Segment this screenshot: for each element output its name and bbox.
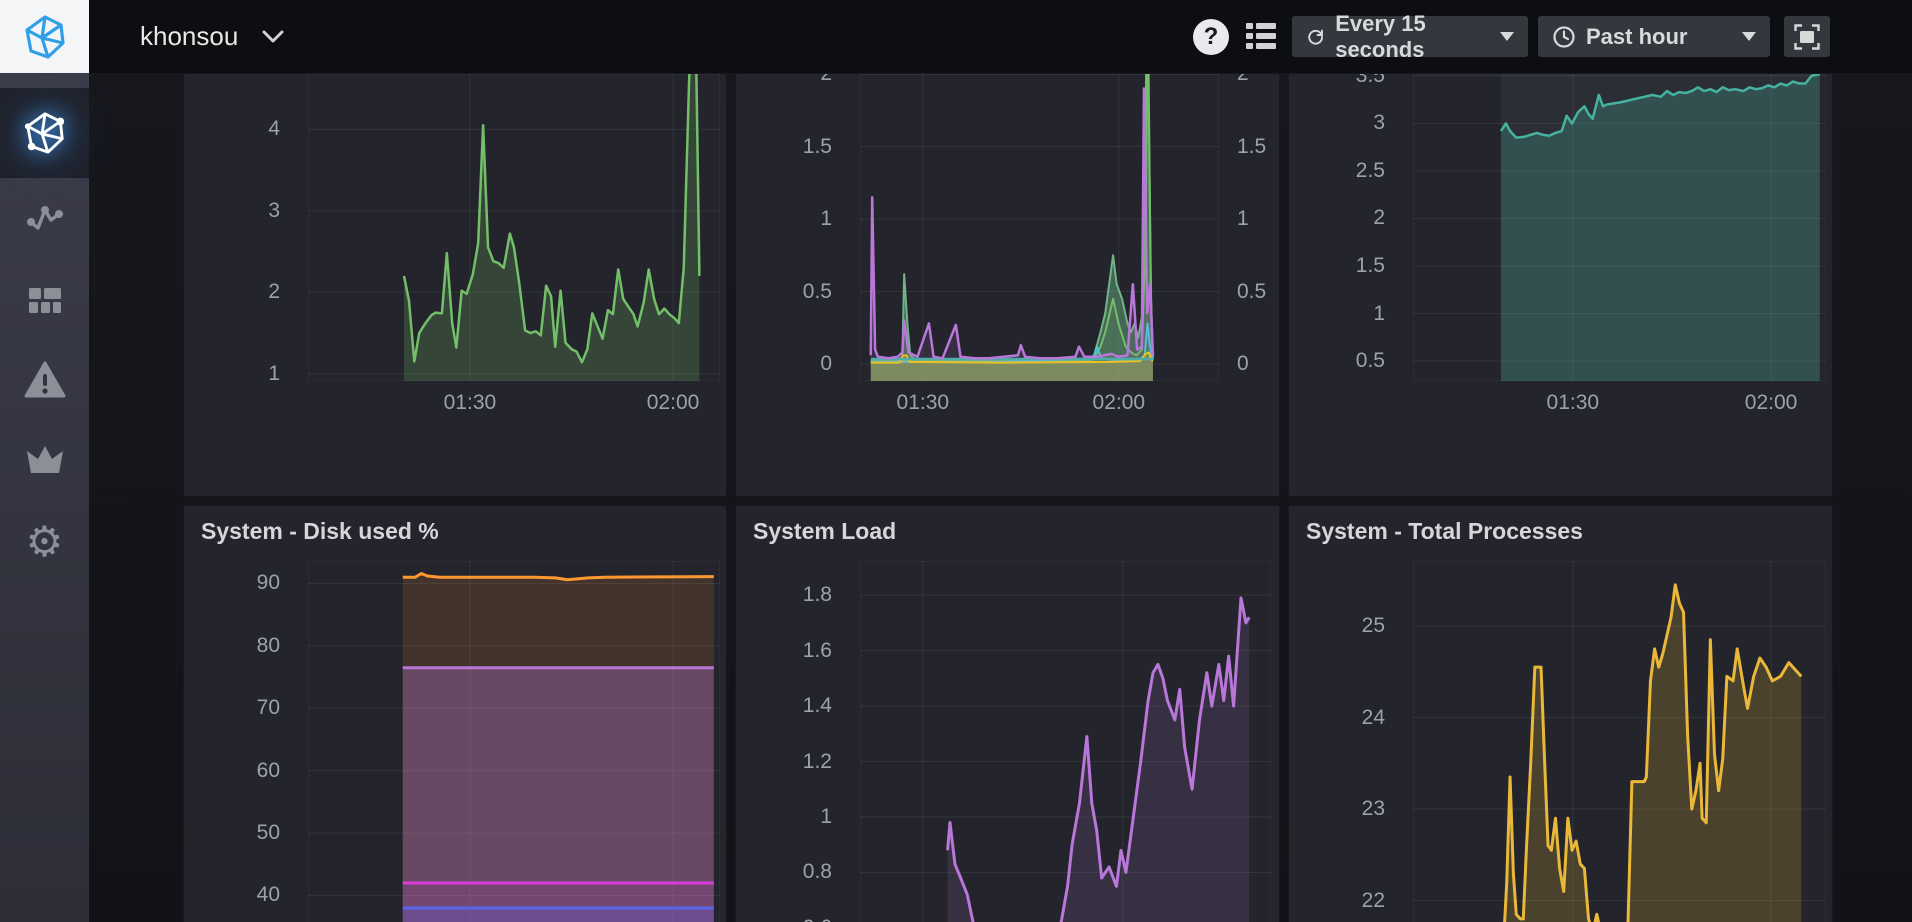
y-axis-label: 1.2	[735, 750, 832, 774]
y-axis-label: 0	[735, 352, 832, 376]
x-axis-label: 02:00	[647, 391, 700, 415]
panel-title[interactable]: System Load	[753, 518, 896, 545]
kiosk-fullscreen-icon	[1794, 24, 1820, 50]
refresh-interval-button[interactable]: Every 15 seconds	[1292, 16, 1528, 57]
x-axis-label: 01:30	[1547, 391, 1600, 415]
y-axis-label: 0.6	[735, 916, 832, 922]
y-axis-label-right: 0.5	[1237, 280, 1280, 304]
chevron-down-icon	[262, 30, 284, 44]
y-axis-label: 0.5	[735, 280, 832, 304]
panel-load: System Load 0.6 0.8 1 1.2 1.4 1.6 1.8	[735, 505, 1280, 922]
y-axis-label: 0.8	[735, 860, 832, 884]
y-axis-label: 1	[735, 805, 832, 829]
chart-plot-area[interactable]	[1413, 561, 1826, 922]
help-button[interactable]: ?	[1193, 19, 1229, 55]
y-axis-label: 0.5	[1288, 349, 1385, 373]
list-icon	[1246, 23, 1276, 51]
chart-plot-area[interactable]	[308, 561, 720, 922]
dashboard-title-dropdown[interactable]: khonsou	[140, 0, 284, 73]
left-sidebar-nav: ⚙	[0, 73, 89, 922]
x-axis-label: 01:30	[897, 391, 950, 415]
caret-down-icon	[1742, 32, 1756, 41]
sidebar-item-alerts[interactable]	[0, 340, 89, 420]
y-axis-label: 1.8	[735, 583, 832, 607]
panel-disk: System - Disk used % 40 50 60 70 80 90	[183, 505, 727, 922]
y-axis-label: 23	[1288, 797, 1385, 821]
y-axis-label: 80	[183, 634, 280, 658]
time-range-button[interactable]: Past hour	[1538, 16, 1770, 57]
chart-plot-area[interactable]	[1413, 74, 1826, 381]
y-axis-label: 1	[1288, 302, 1385, 326]
netdata-glow-icon	[22, 110, 68, 156]
grafana-dashboard-screen: khonsou ? Eve	[0, 0, 1912, 922]
y-axis-label: 1	[735, 207, 832, 231]
dashboard-list-button[interactable]	[1246, 23, 1276, 51]
y-axis-label: 60	[183, 759, 280, 783]
y-axis-label: 3.5	[1288, 73, 1385, 88]
time-range-label: Past hour	[1586, 24, 1687, 50]
panel-title[interactable]: System - Total Processes	[1306, 518, 1583, 545]
chart-plot-area[interactable]	[860, 561, 1271, 922]
y-axis-label: 3	[183, 199, 280, 223]
x-axis-label: 02:00	[1745, 391, 1798, 415]
question-mark-icon: ?	[1204, 23, 1219, 51]
y-axis-label: 1.6	[735, 639, 832, 663]
y-axis-label-right: 2	[1237, 73, 1280, 86]
y-axis-label: 24	[1288, 706, 1385, 730]
x-axis-label: 02:00	[1093, 391, 1146, 415]
dashboard-title: khonsou	[140, 21, 238, 52]
alerts-triangle-icon	[24, 361, 66, 399]
y-axis-label: 2	[1288, 206, 1385, 230]
y-axis-label-right: 0	[1237, 352, 1280, 376]
netdata-logo-icon	[21, 13, 69, 61]
top-header-bar: khonsou ? Eve	[0, 0, 1912, 73]
y-axis-label: 22	[1288, 889, 1385, 913]
y-axis-label: 1.5	[1288, 254, 1385, 278]
y-axis-label: 1	[183, 362, 280, 386]
caret-down-icon	[1500, 32, 1514, 41]
sidebar-item-premium[interactable]	[0, 420, 89, 500]
panel-title[interactable]: System - Disk used %	[201, 518, 439, 545]
kiosk-mode-button[interactable]	[1784, 16, 1830, 57]
panel-row1-col3: 0.5 1 1.5 2 2.5 3 3.5 01:30 02:00	[1288, 73, 1833, 497]
panel-row1-col1: 1 2 3 4 01:30 02:00	[183, 73, 727, 497]
sidebar-item-settings[interactable]: ⚙	[0, 502, 89, 582]
panel-processes: System - Total Processes 22 23 24 25	[1288, 505, 1833, 922]
y-axis-label: 1.4	[735, 694, 832, 718]
y-axis-label: 2.5	[1288, 159, 1385, 183]
crown-icon	[24, 443, 66, 477]
y-axis-label: 70	[183, 696, 280, 720]
dashboards-tiles-icon	[25, 280, 65, 320]
y-axis-label-right: 1.5	[1237, 135, 1280, 159]
chart-plot-area[interactable]	[860, 74, 1219, 381]
y-axis-label: 25	[1288, 614, 1385, 638]
app-logo[interactable]	[0, 0, 89, 73]
y-axis-label: 2	[183, 280, 280, 304]
y-axis-label: 4	[183, 117, 280, 141]
sidebar-item-home-active[interactable]	[0, 88, 89, 178]
sidebar-item-metrics[interactable]	[0, 177, 89, 257]
sidebar-item-dashboards[interactable]	[0, 260, 89, 340]
y-axis-label: 2	[735, 73, 832, 86]
gear-icon: ⚙	[26, 522, 64, 562]
y-axis-label: 1.5	[735, 135, 832, 159]
clock-icon	[1552, 25, 1576, 49]
panel-row1-col2: 0 0 0.5 0.5 1 1 1.5 1.5 2 2 01:30 02:00	[735, 73, 1280, 497]
chart-plot-area[interactable]	[308, 74, 720, 381]
y-axis-label: 40	[183, 883, 280, 907]
refresh-interval-label: Every 15 seconds	[1335, 11, 1484, 63]
metrics-graph-icon	[25, 197, 65, 237]
y-axis-label-right: 1	[1237, 207, 1280, 231]
y-axis-label: 3	[1288, 111, 1385, 135]
refresh-icon	[1306, 25, 1325, 49]
y-axis-label: 50	[183, 821, 280, 845]
y-axis-label: 90	[183, 571, 280, 595]
x-axis-label: 01:30	[444, 391, 497, 415]
